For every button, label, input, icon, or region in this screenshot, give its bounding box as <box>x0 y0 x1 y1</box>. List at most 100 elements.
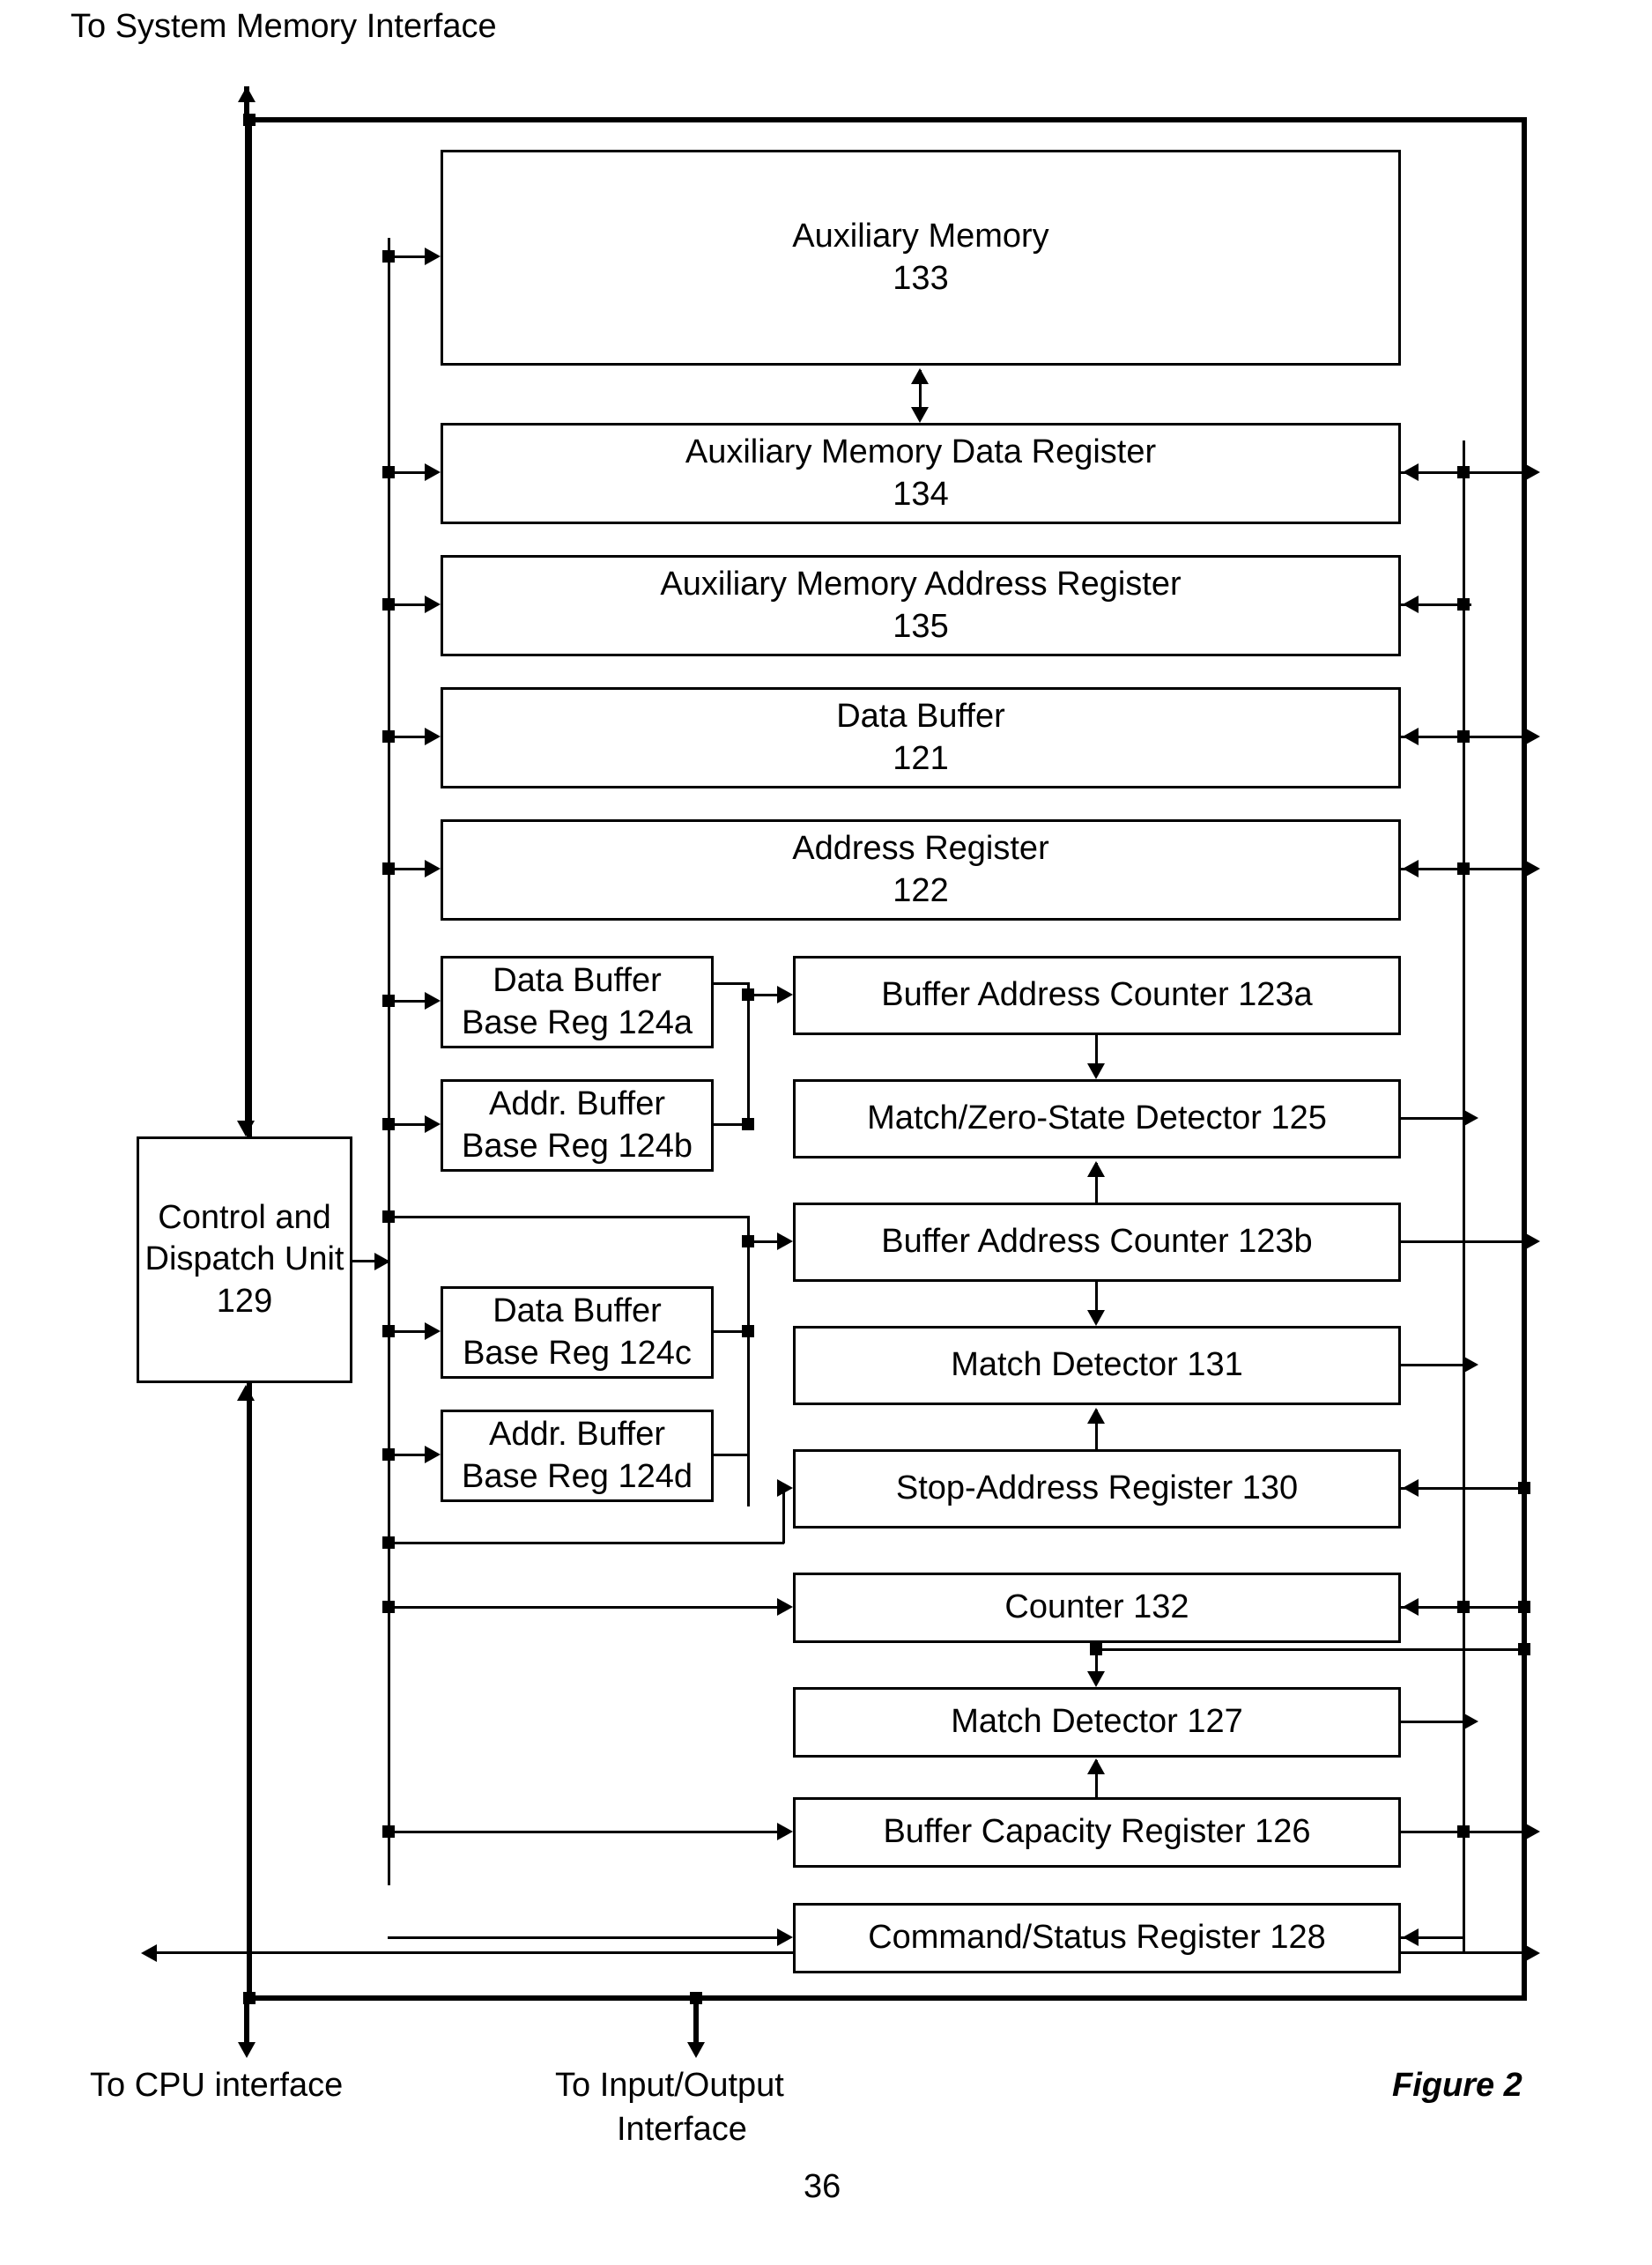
data-buffer-line2: 121 <box>893 738 948 781</box>
node-126-inner <box>1457 1825 1470 1838</box>
124a-line1: Data Buffer <box>493 960 662 1003</box>
arrow-to-123a <box>777 986 793 1003</box>
node-124c-join <box>742 1325 754 1337</box>
aux-mem-data-reg-line2: 134 <box>893 474 948 516</box>
page-number: 36 <box>804 2167 841 2208</box>
block-124b: Addr. Buffer Base Reg 124b <box>441 1079 714 1172</box>
124b-line1: Addr. Buffer <box>489 1084 665 1126</box>
aux-mem-data-reg-line1: Auxiliary Memory Data Register <box>685 432 1156 474</box>
label-io-interface-1: To Input/Output <box>555 2066 784 2106</box>
124a-line2: Base Reg 124a <box>462 1003 693 1045</box>
control-vertical-trunk <box>388 238 390 1885</box>
arrow-125-right <box>1463 1109 1478 1127</box>
node-121-r <box>1457 730 1470 743</box>
node-132 <box>382 1601 395 1613</box>
arrow-span-right <box>1524 1944 1540 1962</box>
block-address-register: Address Register 122 <box>441 819 1401 921</box>
node-135 <box>382 598 395 611</box>
arrow-130 <box>777 1479 793 1497</box>
arrow-132-right-l <box>1403 1598 1419 1616</box>
block-123a: Buffer Address Counter 123a <box>793 956 1401 1035</box>
label-top: To System Memory Interface <box>70 7 497 48</box>
124b-line2: Base Reg 124b <box>462 1126 693 1168</box>
block-control-dispatch: Control and Dispatch Unit 129 <box>137 1136 352 1383</box>
node-127in-r <box>1518 1643 1530 1655</box>
aux-mem-addr-reg-line1: Auxiliary Memory Address Register <box>660 564 1181 606</box>
conn-124d-bus <box>714 1454 749 1456</box>
node-132-inner <box>1457 1601 1470 1613</box>
arrow-121-right-r <box>1524 728 1540 745</box>
arrow-133-134-up <box>911 368 929 384</box>
node-122-r <box>1457 862 1470 875</box>
bus-top <box>247 117 1524 122</box>
arrow-134-right-r <box>1524 463 1540 481</box>
node-134 <box>382 466 395 478</box>
arrow-122-right-l <box>1403 860 1419 877</box>
address-register-line1: Address Register <box>792 828 1048 870</box>
arrow-124d <box>425 1446 441 1463</box>
conn-top-to-control <box>245 122 248 1136</box>
arrow-132-127 <box>1087 1671 1105 1687</box>
123b-line1: Buffer Address Counter 123b <box>881 1221 1312 1263</box>
aux-mem-line1: Auxiliary Memory <box>792 216 1048 258</box>
conn-124cd-vert <box>747 1216 750 1506</box>
block-127: Match Detector 127 <box>793 1687 1401 1758</box>
block-128: Command/Status Register 128 <box>793 1903 1401 1973</box>
block-125: Match/Zero-State Detector 125 <box>793 1079 1401 1158</box>
arrow-123b-right <box>1524 1232 1540 1250</box>
block-130: Stop-Address Register 130 <box>793 1449 1401 1529</box>
arrow-123b <box>777 1232 793 1250</box>
control-dispatch-line3: 129 <box>217 1281 272 1323</box>
arrow-128-right-l <box>1403 1928 1419 1946</box>
arrow-127-right <box>1463 1713 1478 1730</box>
node-130-r <box>1518 1482 1530 1494</box>
arrow-124a <box>425 992 441 1010</box>
arrow-122 <box>425 860 441 877</box>
stub-132 <box>388 1606 784 1609</box>
block-132: Counter 132 <box>793 1573 1401 1643</box>
conn-124ab-vert <box>747 982 750 1125</box>
node-cpu-bottom <box>243 1992 256 2004</box>
label-io-interface-2: Interface <box>617 2110 747 2150</box>
arrow-121 <box>425 728 441 745</box>
126-line1: Buffer Capacity Register 126 <box>883 1811 1310 1854</box>
124d-line2: Base Reg 124d <box>462 1456 693 1499</box>
node-124b-join <box>742 1118 754 1130</box>
address-register-line2: 122 <box>893 870 948 913</box>
130-line1: Stop-Address Register 130 <box>896 1468 1298 1510</box>
arrow-121-right-l <box>1403 728 1419 745</box>
124d-line1: Addr. Buffer <box>489 1414 665 1456</box>
node-132-r <box>1518 1601 1530 1613</box>
node-124a <box>382 995 395 1007</box>
block-131: Match Detector 131 <box>793 1326 1401 1405</box>
control-dispatch-line2: Dispatch Unit <box>145 1239 344 1281</box>
arrow-aux-mem <box>425 248 441 265</box>
arrow-135 <box>425 596 441 613</box>
127-line1: Match Detector 127 <box>951 1701 1243 1743</box>
block-124d: Addr. Buffer Base Reg 124d <box>441 1410 714 1502</box>
block-123b: Buffer Address Counter 123b <box>793 1203 1401 1282</box>
block-aux-mem-addr-reg: Auxiliary Memory Address Register 135 <box>441 555 1401 656</box>
node-124d <box>382 1448 395 1461</box>
arrow-131-right <box>1463 1356 1478 1373</box>
aux-mem-addr-reg-line2: 135 <box>893 606 948 648</box>
node-121 <box>382 730 395 743</box>
block-data-buffer: Data Buffer 121 <box>441 687 1401 788</box>
arrow-130-right-l <box>1403 1479 1419 1497</box>
124c-line1: Data Buffer <box>493 1291 662 1333</box>
conn-123b-right <box>1401 1240 1529 1243</box>
arrow-span-left <box>141 1944 157 1962</box>
arrow-126-127 <box>1087 1758 1105 1774</box>
123a-line1: Buffer Address Counter 123a <box>881 974 1312 1017</box>
block-126: Buffer Capacity Register 126 <box>793 1797 1401 1868</box>
131-line1: Match Detector 131 <box>951 1344 1243 1387</box>
arrow-130-131 <box>1087 1408 1105 1424</box>
node-134-r <box>1457 466 1470 478</box>
conn-124a-bus <box>714 982 749 985</box>
arrow-cpu-down <box>238 2042 256 2058</box>
block-124a: Data Buffer Base Reg 124a <box>441 956 714 1048</box>
arrow-134-right-l <box>1403 463 1419 481</box>
arrow-into-control-bottom <box>237 1385 255 1401</box>
stub-130-ctrl <box>388 1542 784 1544</box>
node-124c <box>382 1325 395 1337</box>
